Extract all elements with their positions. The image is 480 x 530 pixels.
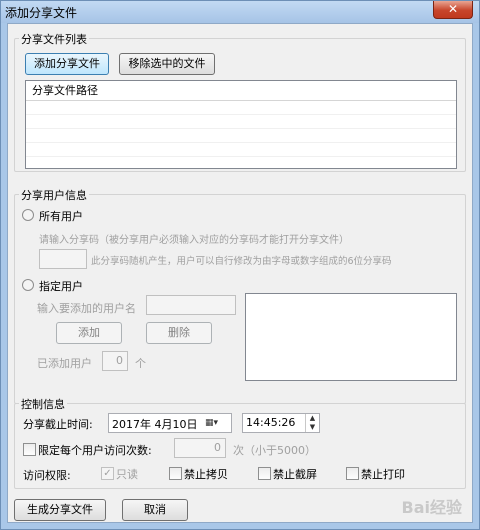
all-users-radio[interactable] — [22, 209, 34, 221]
added-users-count: 0 — [116, 354, 123, 367]
remove-selected-file-button[interactable]: 移除选中的文件 — [119, 53, 215, 75]
specific-users-label[interactable]: 指定用户 — [39, 278, 83, 294]
limit-visits-label[interactable]: 限定每个用户访问次数: — [38, 442, 152, 458]
time-value: 14:45:26 — [246, 416, 296, 429]
date-value: 2017年 4月10日 — [112, 418, 198, 431]
time-spin-buttons[interactable]: ▲ ▼ — [305, 414, 319, 432]
calendar-dropdown-icon[interactable]: ▦▾ — [205, 416, 229, 430]
no-screenshot-checkbox[interactable] — [258, 467, 271, 480]
window-title: 添加分享文件 — [5, 6, 78, 20]
username-prompt: 输入要添加的用户名 — [37, 302, 136, 315]
list-row[interactable] — [26, 101, 456, 115]
deadline-label: 分享截止时间: — [23, 418, 93, 431]
share-users-group-title: 分享用户信息 — [19, 187, 89, 203]
cancel-button[interactable]: 取消 — [122, 499, 188, 521]
share-code-hint: 此分享码随机产生，用户可以自行修改为由字母或数字组成的6位分享码 — [91, 256, 392, 267]
no-copy-label[interactable]: 禁止拷贝 — [184, 466, 228, 482]
list-row[interactable] — [26, 143, 456, 157]
no-copy-checkbox[interactable] — [169, 467, 182, 480]
no-print-checkbox[interactable] — [346, 467, 359, 480]
added-users-list[interactable] — [245, 293, 457, 381]
visit-limit-input[interactable]: 0 — [174, 438, 226, 458]
dialog-body: 分享文件列表 添加分享文件 移除选中的文件 分享文件路径 分享用户信息 所有用户… — [7, 23, 473, 523]
column-header-file-path[interactable]: 分享文件路径 — [26, 81, 456, 101]
delete-user-button[interactable]: 删除 — [146, 322, 212, 344]
share-users-group: 分享用户信息 所有用户 请输入分享码（被分享用户必须输入对应的分享码才能打开分享… — [14, 187, 466, 404]
visit-limit-hint: 次（小于5000） — [233, 444, 316, 457]
added-users-label: 已添加用户 — [37, 357, 92, 370]
share-files-group: 分享文件列表 添加分享文件 移除选中的文件 分享文件路径 — [14, 31, 466, 172]
all-users-label[interactable]: 所有用户 — [39, 208, 83, 224]
add-user-button[interactable]: 添加 — [56, 322, 122, 344]
share-code-input[interactable] — [39, 249, 87, 269]
deadline-date-picker[interactable]: 2017年 4月10日 ▦▾ — [108, 413, 232, 433]
share-file-list[interactable]: 分享文件路径 — [25, 80, 457, 169]
added-users-count-field: 0 — [102, 351, 128, 371]
share-files-group-title: 分享文件列表 — [19, 31, 89, 47]
share-code-prompt: 请输入分享码（被分享用户必须输入对应的分享码才能打开分享文件） — [39, 235, 349, 246]
control-info-group-title: 控制信息 — [19, 396, 67, 412]
count-unit: 个 — [135, 357, 146, 370]
dialog-window: 添加分享文件 ✕ 分享文件列表 添加分享文件 移除选中的文件 分享文件路径 分享… — [0, 0, 480, 530]
visit-limit-value: 0 — [214, 441, 221, 454]
spin-down-icon[interactable]: ▼ — [306, 423, 319, 432]
close-button[interactable]: ✕ — [433, 1, 473, 19]
permission-label: 访问权限: — [23, 469, 71, 482]
read-only-checkbox[interactable]: ✓ — [101, 467, 114, 480]
add-share-file-button[interactable]: 添加分享文件 — [25, 53, 109, 75]
limit-visits-checkbox[interactable] — [23, 443, 36, 456]
specific-users-radio[interactable] — [22, 279, 34, 291]
list-row[interactable] — [26, 129, 456, 143]
username-input[interactable] — [146, 295, 236, 315]
read-only-label[interactable]: 只读 — [116, 466, 138, 482]
watermark: Bai经验 — [401, 498, 462, 517]
generate-share-file-button[interactable]: 生成分享文件 — [14, 499, 106, 521]
no-print-label[interactable]: 禁止打印 — [361, 466, 405, 482]
spin-up-icon[interactable]: ▲ — [306, 414, 319, 423]
no-screenshot-label[interactable]: 禁止截屏 — [273, 466, 317, 482]
control-info-group: 控制信息 分享截止时间: 2017年 4月10日 ▦▾ 14:45:26 ▲ ▼ … — [14, 396, 466, 489]
deadline-time-picker[interactable]: 14:45:26 ▲ ▼ — [242, 413, 320, 433]
list-row[interactable] — [26, 115, 456, 129]
title-bar[interactable]: 添加分享文件 ✕ — [1, 1, 479, 23]
